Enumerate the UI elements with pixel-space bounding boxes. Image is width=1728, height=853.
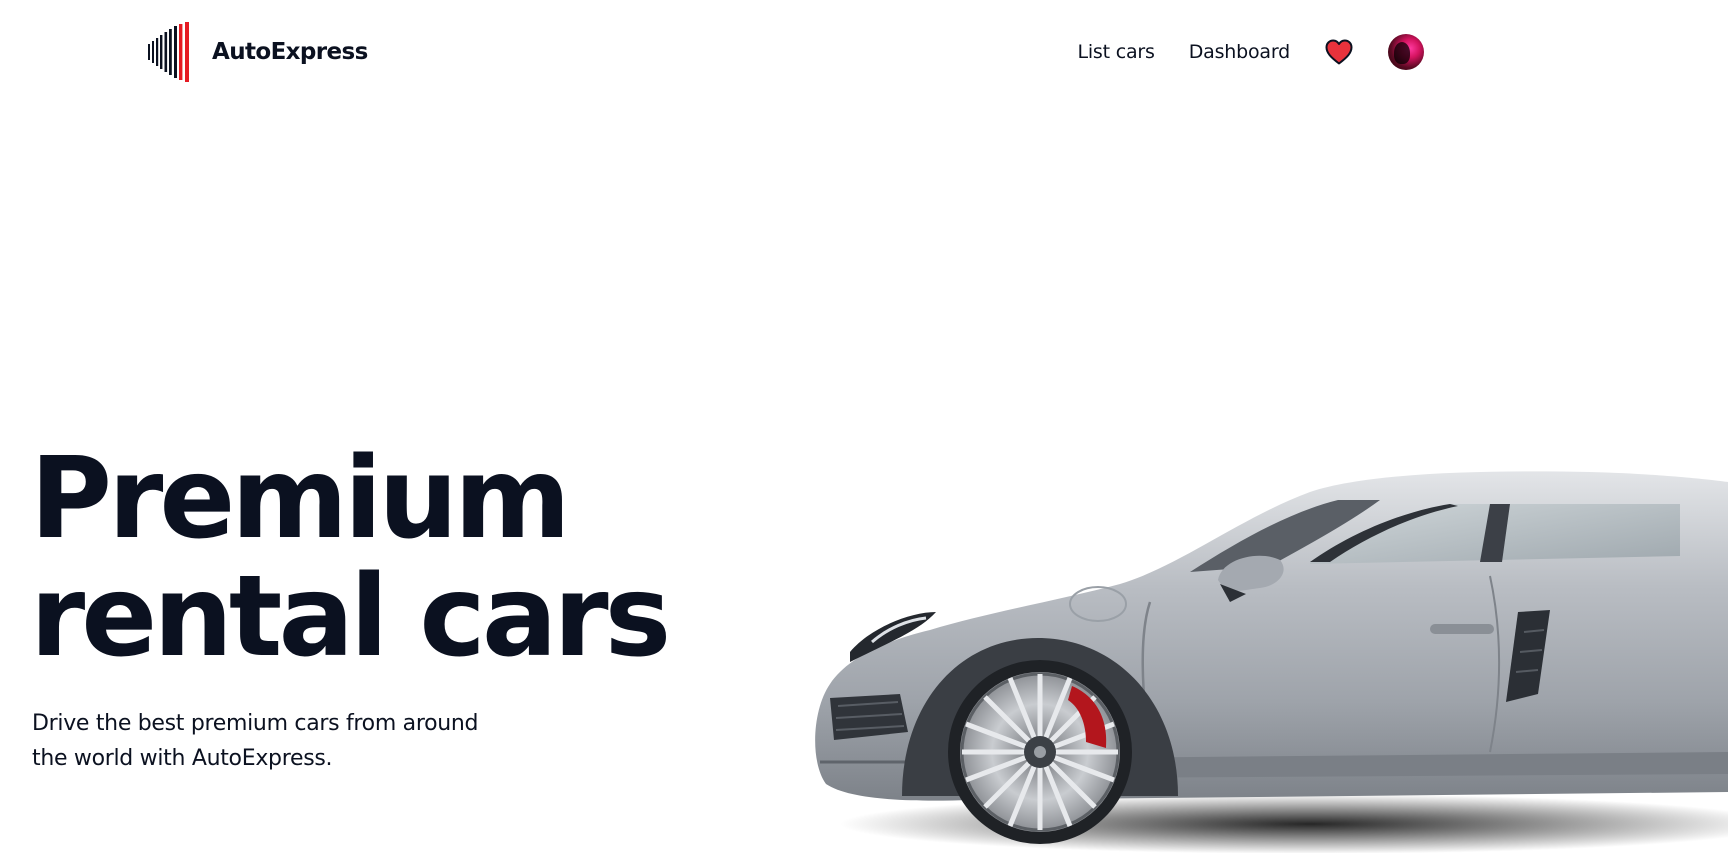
hero-subtitle-line-1: Drive the best premium cars from around — [32, 711, 479, 736]
brand-name: AutoExpress — [212, 39, 368, 65]
main-nav: List cars Dashboard — [1077, 30, 1424, 74]
car-illustration — [815, 471, 1728, 853]
nav-link-dashboard[interactable]: Dashboard — [1189, 41, 1290, 63]
logo-icon — [148, 22, 189, 82]
brand-logo-link[interactable]: AutoExpress — [148, 22, 368, 82]
hero-car-image — [790, 462, 1728, 853]
hero-title-line-1: Premium — [30, 434, 571, 564]
site-header: AutoExpress List cars Dashboard — [0, 0, 1728, 105]
hero-title-line-2: rental cars — [30, 552, 671, 682]
favorites-button[interactable] — [1324, 37, 1354, 67]
user-avatar[interactable] — [1388, 34, 1424, 70]
page: AutoExpress List cars Dashboard Premium … — [0, 0, 1728, 853]
hero-title: Premium rental cars — [30, 440, 750, 676]
hero-subtitle: Drive the best premium cars from around … — [32, 706, 552, 776]
nav-link-list-cars[interactable]: List cars — [1077, 41, 1154, 63]
hero-subtitle-line-2: the world with AutoExpress. — [32, 746, 333, 771]
heart-icon — [1325, 39, 1353, 65]
